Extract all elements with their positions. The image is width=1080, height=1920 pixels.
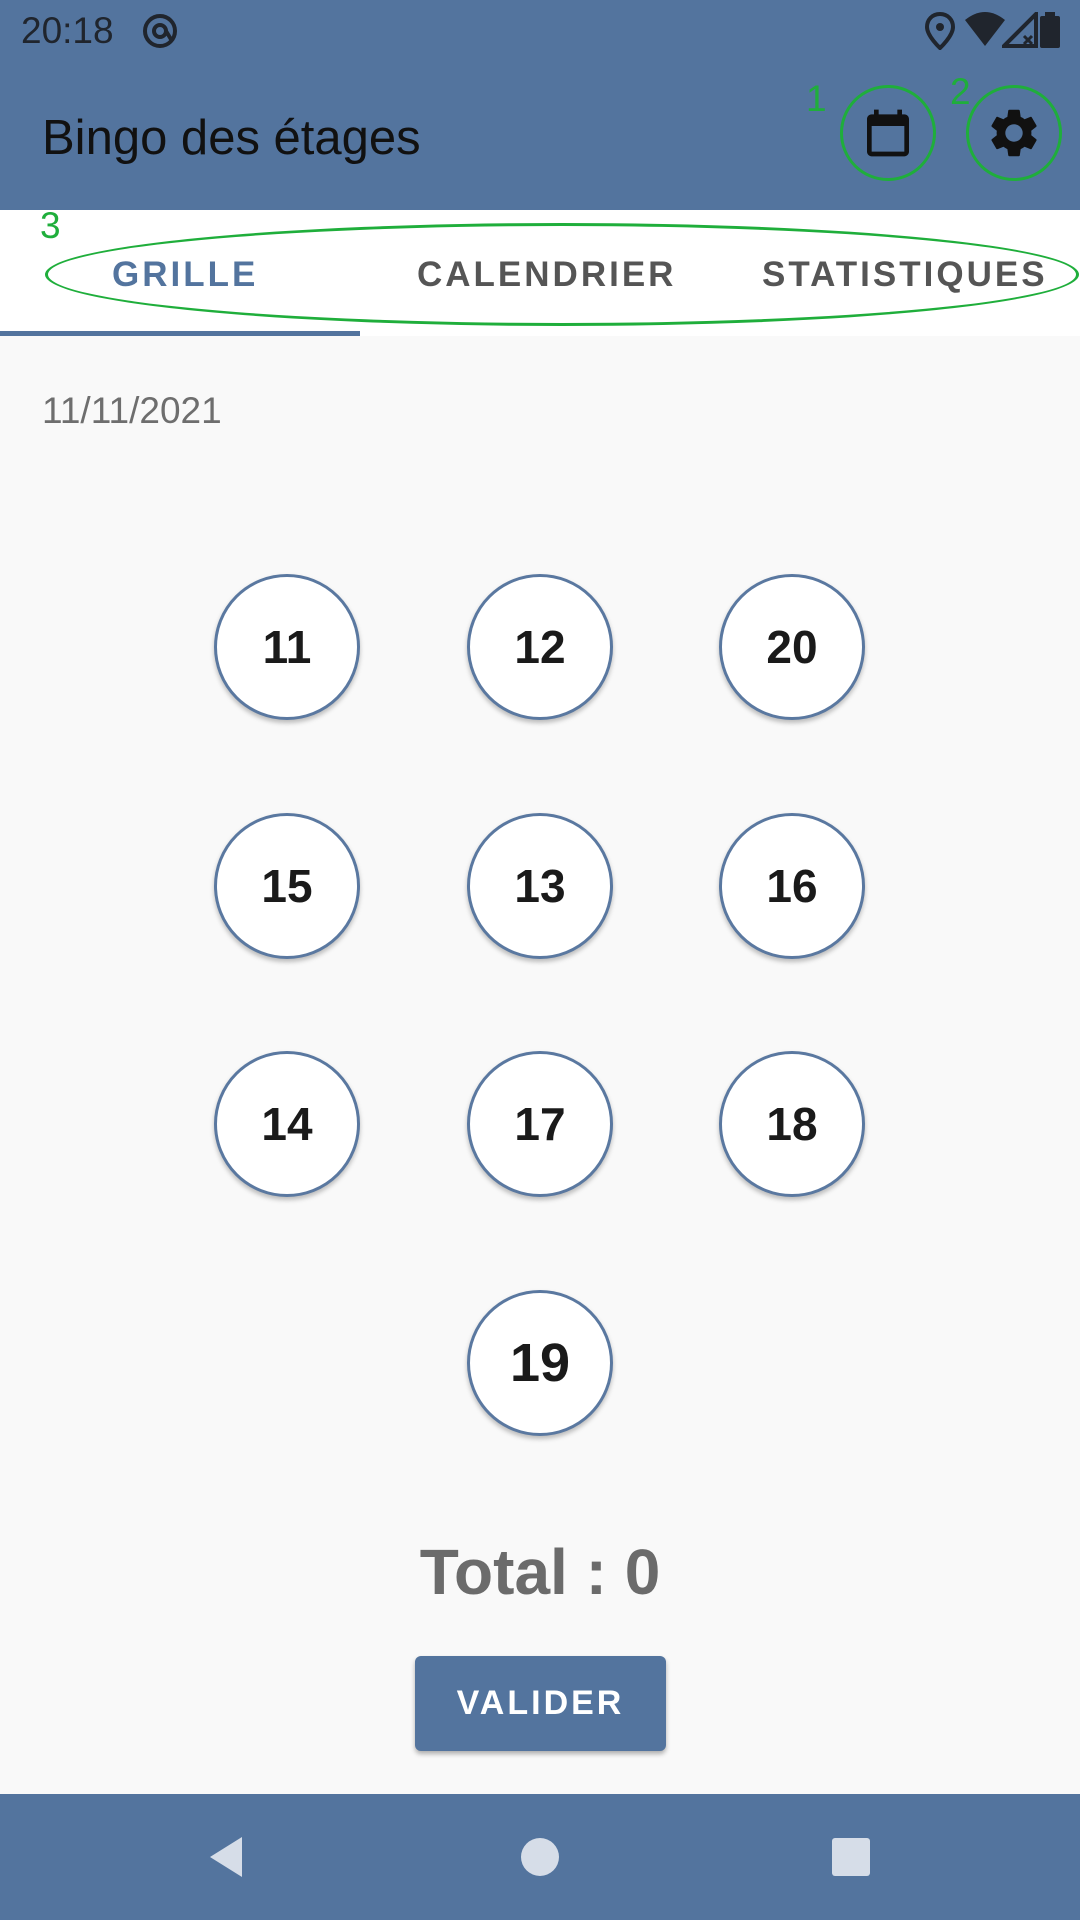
floor-button-17[interactable]: 17 xyxy=(467,1051,613,1197)
settings-button[interactable] xyxy=(966,85,1062,181)
nav-bar xyxy=(0,1794,1080,1920)
floor-button-14[interactable]: 14 xyxy=(214,1051,360,1197)
annotation-marker-1: 1 xyxy=(806,78,827,119)
status-time: 20:18 xyxy=(21,10,114,51)
recents-icon[interactable] xyxy=(826,1832,876,1882)
valider-button[interactable]: VALIDER xyxy=(415,1656,666,1751)
tab-calendrier[interactable]: CALENDRIER xyxy=(417,255,676,295)
status-bar: 20:18 xyxy=(0,0,1080,63)
floor-button-13[interactable]: 13 xyxy=(467,813,613,959)
gear-icon xyxy=(991,109,1037,157)
at-sign-icon xyxy=(143,14,177,48)
floor-button-18[interactable]: 18 xyxy=(719,1051,865,1197)
app-title: Bingo des étages xyxy=(42,111,421,165)
annotation-marker-3: 3 xyxy=(40,205,61,246)
wifi-icon xyxy=(965,12,1005,46)
home-icon[interactable] xyxy=(515,1832,565,1882)
signal-icon xyxy=(1002,12,1038,48)
floor-button-15[interactable]: 15 xyxy=(214,813,360,959)
battery-icon xyxy=(1040,12,1060,48)
tab-indicator xyxy=(0,331,360,336)
floor-button-19[interactable]: 19 xyxy=(467,1290,613,1436)
calendar-icon xyxy=(867,109,909,157)
floor-button-20[interactable]: 20 xyxy=(719,574,865,720)
screen: 20:18 Bingo des étages 1 2 3 GRILLE CALE… xyxy=(0,0,1080,1920)
tab-statistiques[interactable]: STATISTIQUES xyxy=(762,255,1048,295)
tab-bar: 3 GRILLE CALENDRIER STATISTIQUES xyxy=(0,205,1080,336)
calendar-button[interactable] xyxy=(840,85,936,181)
back-icon[interactable] xyxy=(202,1832,252,1882)
floor-button-11[interactable]: 11 xyxy=(214,574,360,720)
floor-button-16[interactable]: 16 xyxy=(719,813,865,959)
app-bar: Bingo des étages 1 2 xyxy=(0,63,1080,210)
total-label: Total : 0 xyxy=(419,1536,661,1608)
location-icon xyxy=(925,12,955,50)
annotation-marker-2: 2 xyxy=(950,71,971,112)
floor-button-12[interactable]: 12 xyxy=(467,574,613,720)
date-label: 11/11/2021 xyxy=(42,390,222,431)
tab-grille[interactable]: GRILLE xyxy=(112,255,258,295)
